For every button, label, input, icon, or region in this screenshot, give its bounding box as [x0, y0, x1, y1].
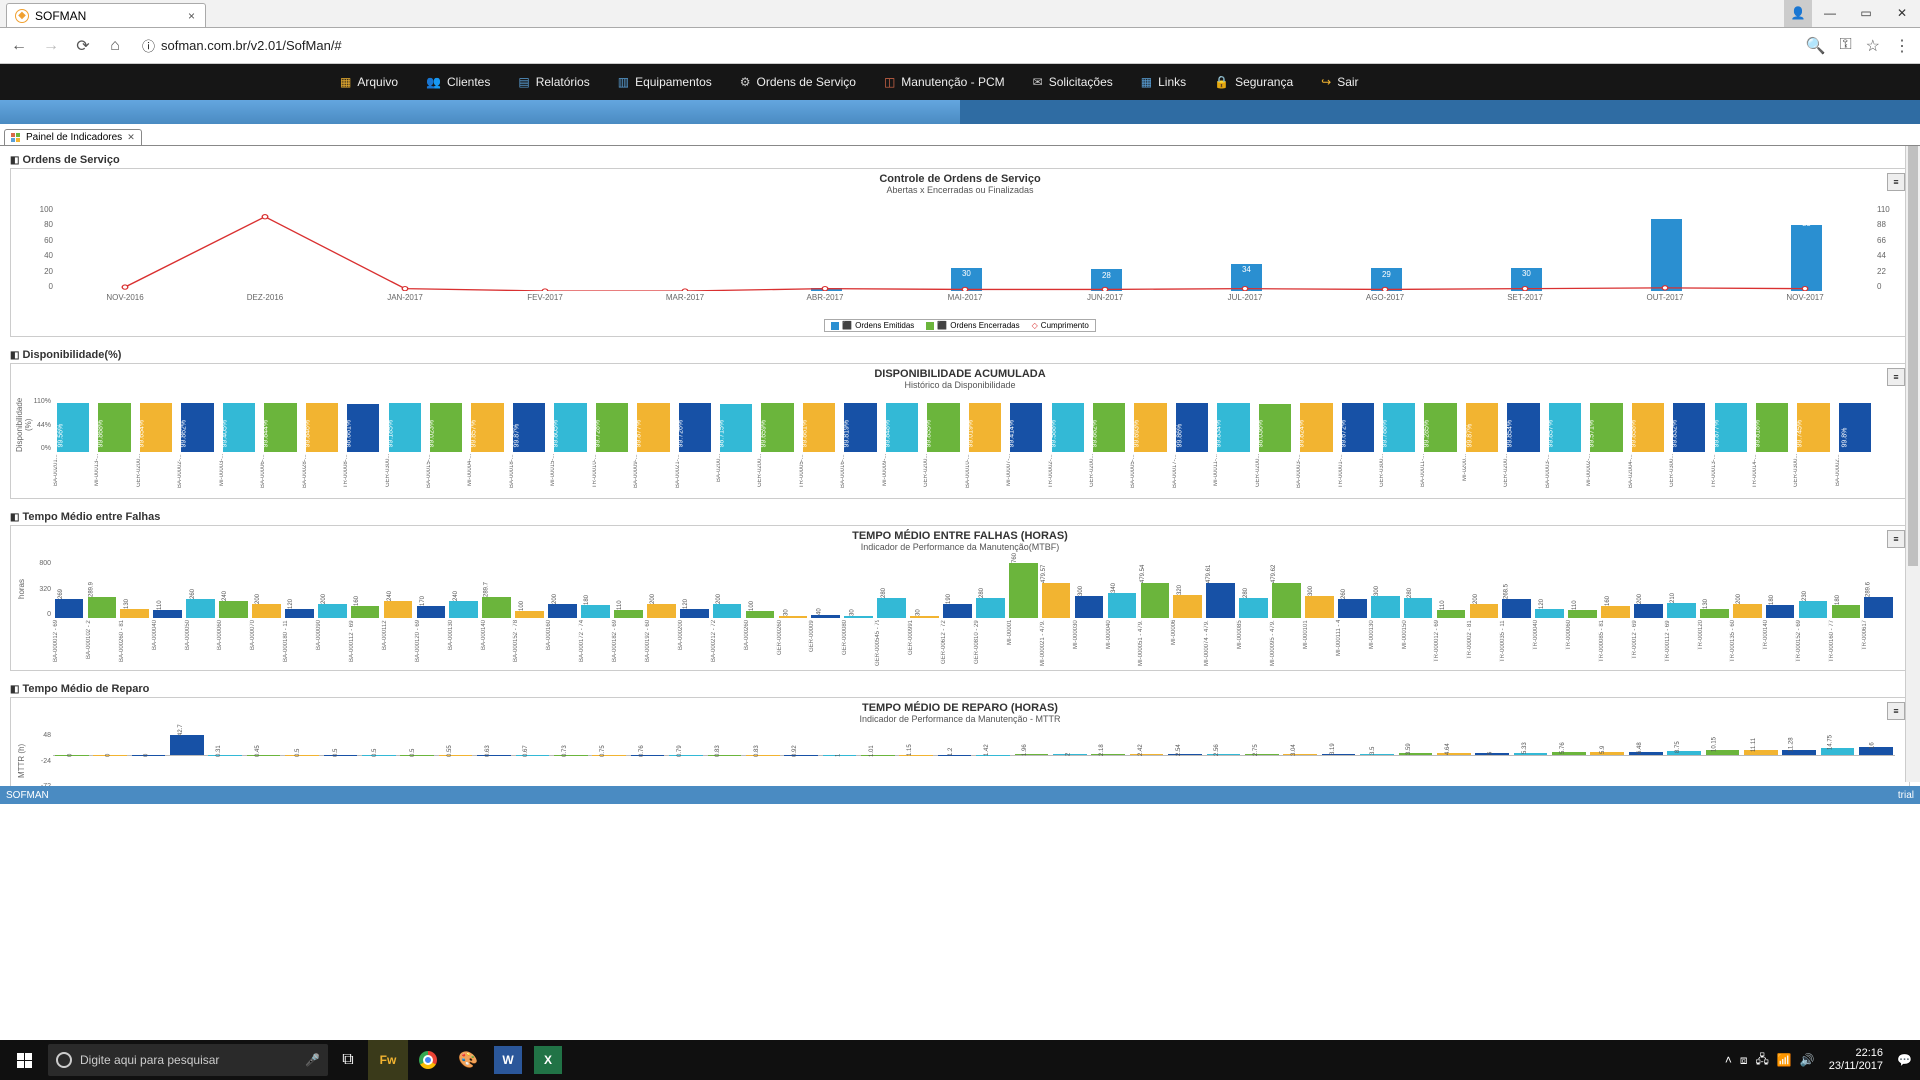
search-placeholder: Digite aqui para pesquisar [80, 1053, 219, 1067]
menu-solicitacoes[interactable]: ✉Solicitações [1033, 75, 1113, 89]
user-icon[interactable]: 👤 [1784, 0, 1812, 27]
export-icon[interactable]: ≡ [1887, 702, 1905, 720]
panel-tab-close-icon[interactable]: ✕ [127, 132, 135, 143]
forward-icon[interactable]: → [42, 37, 60, 55]
info-icon: ⓘ [142, 36, 155, 55]
address-bar: ← → ⟳ ⌂ ⓘ sofman.com.br/v2.01/SofMan/# 🔍… [0, 28, 1920, 64]
chart1-plot: 100806040200 110886644220 43028342930928… [15, 199, 1905, 319]
app-menu-bar: ▦Arquivo 👥Clientes ▤Relatórios ▥Equipame… [0, 64, 1920, 100]
app-fireworks[interactable]: Fw [368, 1040, 408, 1080]
menu-arquivo[interactable]: ▦Arquivo [340, 75, 398, 89]
content-area: ◧Ordens de Serviço ≡ Controle de Ordens … [0, 146, 1920, 786]
collapse-icon[interactable]: ◧ [10, 512, 19, 523]
panel-tab-indicadores[interactable]: Painel de Indicadores ✕ [4, 129, 142, 145]
chart-disponibilidade: ≡ DISPONIBILIDADE ACUMULADA Histórico da… [10, 363, 1910, 499]
clock[interactable]: 22:16 23/11/2017 [1823, 1047, 1889, 1073]
section-mtbf[interactable]: ◧Tempo Médio entre Falhas [10, 507, 1910, 525]
volume-icon[interactable]: 🔊 [1800, 1053, 1815, 1067]
taskview-icon[interactable]: ⧉ [328, 1040, 368, 1080]
notifications-icon[interactable]: 💬 [1897, 1053, 1912, 1067]
mic-icon[interactable]: 🎤 [305, 1053, 320, 1067]
key-icon[interactable]: ⚿ [1839, 36, 1851, 56]
menu-equipamentos[interactable]: ▥Equipamentos [618, 75, 712, 89]
panel-tab-label: Painel de Indicadores [26, 132, 122, 143]
maximize-icon[interactable]: ▭ [1848, 0, 1884, 27]
cortana-icon [56, 1052, 72, 1068]
collapse-icon[interactable]: ◧ [10, 684, 19, 695]
dropbox-icon[interactable]: ⧈ [1740, 1053, 1748, 1068]
export-icon[interactable]: ≡ [1887, 173, 1905, 191]
search-icon[interactable]: 🔍 [1806, 36, 1826, 56]
chart-mttr: ≡ TEMPO MÉDIO DE REPARO (HORAS) Indicado… [10, 697, 1910, 786]
menu-seguranca[interactable]: 🔒Segurança [1214, 75, 1293, 89]
chart1-legend: ⬛ Ordens Emitidas ⬛ Ordens Encerradas ◇ … [824, 319, 1096, 332]
window-controls: 👤 — ▭ ✕ [1784, 0, 1920, 27]
scrollbar[interactable] [1905, 146, 1920, 782]
url-text: sofman.com.br/v2.01/SofMan/# [161, 38, 342, 53]
app-chrome[interactable] [408, 1040, 448, 1080]
back-icon[interactable]: ← [10, 37, 28, 55]
menu-sair[interactable]: ↪Sair [1321, 75, 1358, 89]
wifi-icon[interactable]: 📶 [1777, 1053, 1792, 1067]
system-tray: ˄ ⧈ 🖧 📶 🔊 22:16 23/11/2017 💬 [1725, 1047, 1920, 1073]
reload-icon[interactable]: ⟳ [74, 36, 92, 56]
star-icon[interactable]: ☆ [1866, 36, 1880, 56]
tab-title: SOFMAN [35, 9, 86, 23]
collapse-icon[interactable]: ◧ [10, 155, 19, 166]
menu-clientes[interactable]: 👥Clientes [426, 75, 490, 89]
url-field[interactable]: ⓘ sofman.com.br/v2.01/SofMan/# [138, 34, 1792, 57]
sub-bar [0, 100, 1920, 124]
app-word[interactable]: W [494, 1046, 522, 1074]
section-ordens[interactable]: ◧Ordens de Serviço [10, 150, 1910, 168]
home-icon[interactable]: ⌂ [106, 37, 124, 55]
close-window-icon[interactable]: ✕ [1884, 0, 1920, 27]
close-tab-icon[interactable]: × [188, 9, 195, 23]
browser-tab[interactable]: ◆ SOFMAN × [6, 3, 206, 27]
app-excel[interactable]: X [534, 1046, 562, 1074]
minimize-icon[interactable]: — [1812, 0, 1848, 27]
export-icon[interactable]: ≡ [1887, 530, 1905, 548]
taskbar-search[interactable]: Digite aqui para pesquisar 🎤 [48, 1044, 328, 1076]
chart-mtbf: ≡ TEMPO MÉDIO ENTRE FALHAS (HORAS) Indic… [10, 525, 1910, 671]
menu-links[interactable]: ▦Links [1141, 75, 1186, 89]
taskbar: Digite aqui para pesquisar 🎤 ⧉ Fw 🎨 W X … [0, 1040, 1920, 1080]
status-bar: SOFMAN trial [0, 786, 1920, 804]
chart-ordens: ≡ Controle de Ordens de Serviço Abertas … [10, 168, 1910, 337]
menu-manutencao[interactable]: ◫Manutenção - PCM [884, 75, 1005, 89]
favicon-icon: ◆ [15, 9, 29, 23]
menu-icon[interactable]: ⋮ [1894, 36, 1910, 56]
app-paint[interactable]: 🎨 [448, 1040, 488, 1080]
menu-ordens[interactable]: ⚙Ordens de Serviço [740, 75, 856, 89]
network-icon[interactable]: 🖧 [1756, 1050, 1769, 1071]
export-icon[interactable]: ≡ [1887, 368, 1905, 386]
browser-tab-bar: ◆ SOFMAN × 👤 — ▭ ✕ [0, 0, 1920, 28]
panel-tabs: Painel de Indicadores ✕ [0, 124, 1920, 146]
section-mttr[interactable]: ◧Tempo Médio de Reparo [10, 679, 1910, 697]
start-button[interactable] [0, 1040, 48, 1080]
section-disponibilidade[interactable]: ◧Disponibilidade(%) [10, 345, 1910, 363]
menu-relatorios[interactable]: ▤Relatórios [518, 75, 589, 89]
collapse-icon[interactable]: ◧ [10, 350, 19, 361]
tray-expand-icon[interactable]: ˄ [1725, 1053, 1732, 1067]
